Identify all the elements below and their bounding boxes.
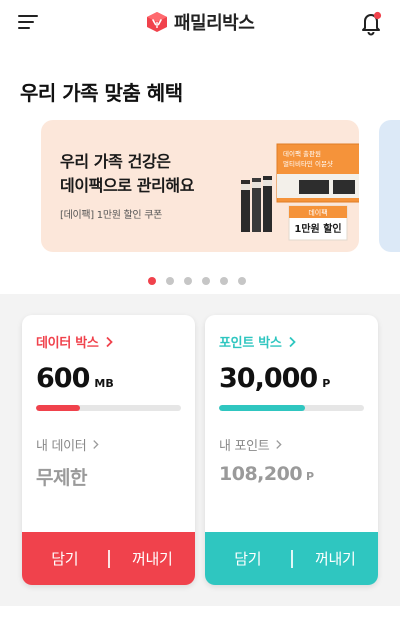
section-title: 우리 가족 맞춤 혜택: [20, 81, 183, 105]
carousel-dot[interactable]: [166, 277, 174, 285]
my-data-label: 내 데이터: [36, 439, 87, 454]
data-box-progress-fill: [36, 405, 80, 411]
point-box-progress: [219, 405, 364, 411]
banner-subtitle: [데이팩] 1만원 할인 쿠폰: [60, 210, 163, 221]
carousel-indicator: [148, 277, 256, 285]
point-box-card: 포인트 박스 30,000 P 내 포인트 108,200 P 담기 꺼내기: [205, 315, 378, 585]
my-data-amount: 무제한: [36, 467, 87, 489]
carousel-dot[interactable]: [238, 277, 246, 285]
notification-dot: [373, 11, 382, 20]
point-box-progress-fill: [219, 405, 305, 411]
chevron-right-icon: [93, 440, 100, 449]
product-image: 데이팩 출판원 멀티비타민 이뮨샷 데이팩 1만원 할인: [241, 143, 359, 241]
carousel-dot[interactable]: [220, 277, 228, 285]
carousel-dot[interactable]: [202, 277, 210, 285]
carousel-dot[interactable]: [148, 277, 156, 285]
my-data-link[interactable]: 내 데이터: [36, 435, 100, 454]
data-box-progress: [36, 405, 181, 411]
chevron-right-icon: [288, 336, 296, 347]
data-withdraw-button[interactable]: 꺼내기: [110, 532, 196, 585]
point-box-header[interactable]: 포인트 박스: [219, 332, 296, 351]
brand[interactable]: 패밀리박스: [146, 8, 255, 36]
point-box-actions: 담기 꺼내기: [205, 532, 378, 585]
point-box-label: 포인트 박스: [219, 336, 282, 351]
data-box-label: 데이터 박스: [36, 336, 99, 351]
chevron-right-icon: [276, 440, 283, 449]
my-point-unit: P: [306, 470, 315, 483]
promo-banner[interactable]: 우리 가족 건강은 데이팩으로 관리해요 [데이팩] 1만원 할인 쿠폰 데이팩…: [41, 120, 359, 252]
point-box-amount: 30,000: [219, 363, 318, 394]
my-data-value: 무제한: [36, 463, 87, 490]
product-box-text-2: 멀티비타민 이뮨샷: [283, 159, 333, 168]
banner-title-line2: 데이팩으로 관리해요: [60, 176, 195, 195]
data-box-actions: 담기 꺼내기: [22, 532, 195, 585]
point-box-unit: P: [322, 377, 331, 390]
product-box-text-1: 데이팩 출판원: [283, 149, 321, 158]
point-box-value: 30,000 P: [219, 363, 330, 394]
bell-icon: [362, 11, 382, 36]
point-withdraw-button[interactable]: 꺼내기: [293, 532, 379, 585]
data-box-value: 600 MB: [36, 363, 114, 394]
box-logo-icon: [147, 12, 167, 32]
my-point-amount: 108,200: [219, 463, 303, 485]
my-point-value: 108,200 P: [219, 463, 314, 485]
data-box-amount: 600: [36, 363, 90, 394]
notification-button[interactable]: [358, 10, 384, 36]
chevron-right-icon: [105, 336, 113, 347]
carousel-dot[interactable]: [184, 277, 192, 285]
menu-icon[interactable]: [18, 13, 40, 31]
data-box-card: 데이터 박스 600 MB 내 데이터 무제한 담기 꺼내기: [22, 315, 195, 585]
data-box-header[interactable]: 데이터 박스: [36, 332, 113, 351]
data-deposit-button[interactable]: 담기: [22, 532, 108, 585]
banner-title-line1: 우리 가족 건강은: [60, 152, 171, 171]
banner-title: 우리 가족 건강은 데이팩으로 관리해요: [60, 150, 194, 198]
app-title: 패밀리박스: [174, 13, 255, 34]
coupon-brand: 데이팩: [308, 208, 327, 217]
coupon-text: 1만원 할인: [294, 222, 341, 235]
app-header: 패밀리박스: [0, 0, 400, 44]
my-point-link[interactable]: 내 포인트: [219, 435, 283, 454]
point-deposit-button[interactable]: 담기: [205, 532, 291, 585]
my-point-label: 내 포인트: [219, 439, 270, 454]
data-box-unit: MB: [94, 377, 114, 390]
next-banner-peek[interactable]: [379, 120, 400, 252]
